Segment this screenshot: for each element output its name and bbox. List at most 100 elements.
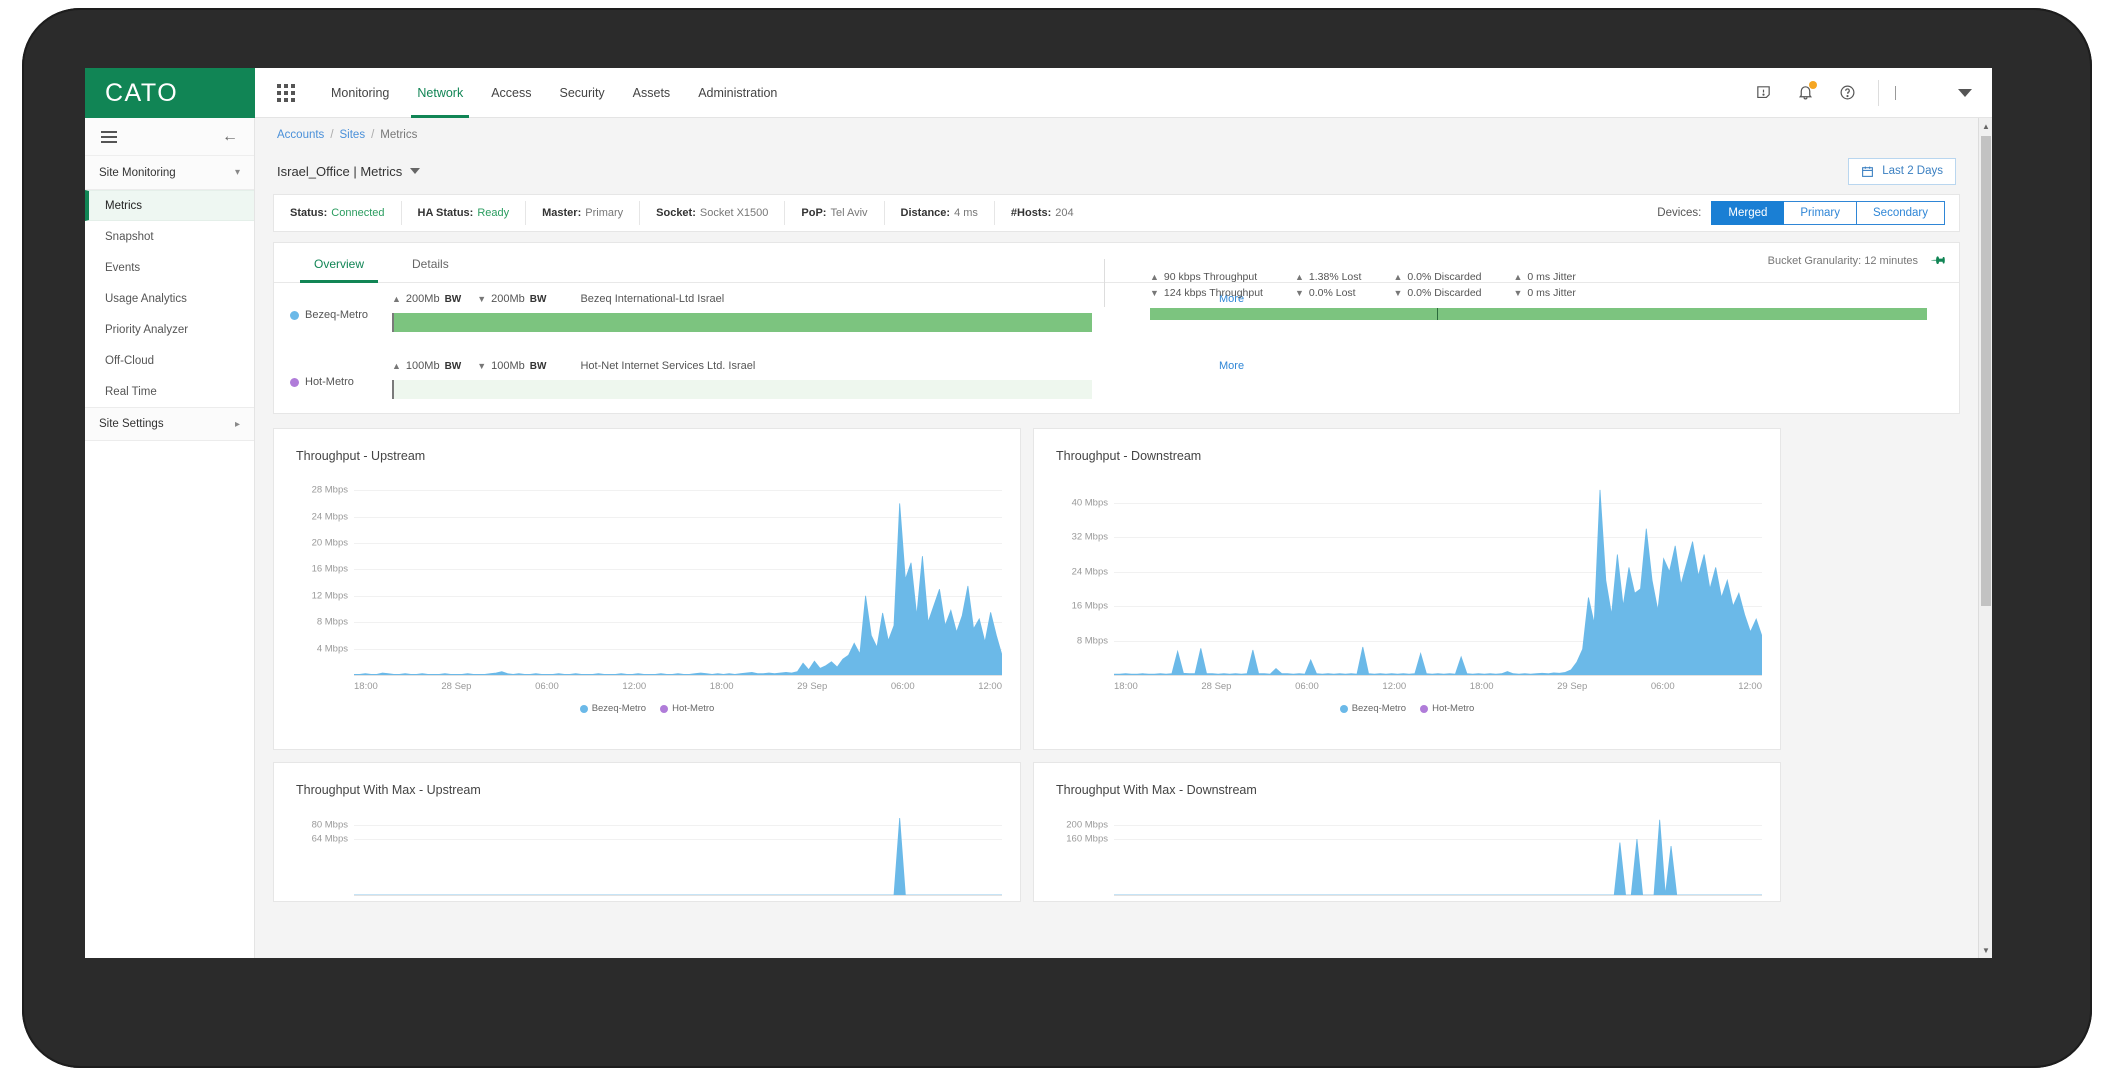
isp-bandwidth-bar	[392, 313, 1092, 332]
charts-grid: Throughput - Upstream 28 Mbps 24 Mbps 20 M…	[273, 428, 1960, 902]
chart-legend-item[interactable]: Hot-Metro	[660, 703, 714, 714]
hamburger-icon[interactable]	[101, 128, 117, 146]
breadcrumb-accounts[interactable]: Accounts	[277, 129, 324, 141]
chart-legend: Bezeq-Metro Hot-Metro	[1048, 703, 1766, 714]
sidebar-item-label: Off-Cloud	[105, 354, 155, 367]
sidebar-group-label: Site Settings	[99, 418, 164, 430]
chart-legend-item[interactable]: Hot-Metro	[1420, 703, 1474, 714]
chart-series-svg	[354, 817, 1002, 895]
status-key: #Hosts:	[1010, 207, 1052, 219]
isp-provider: Bezeq International-Ltd Israel	[580, 293, 725, 305]
page-title-row: Israel_Office | Metrics Last 2 Days	[255, 152, 1978, 190]
sidebar-item-real-time[interactable]: Real Time	[85, 376, 254, 407]
help-circle-icon[interactable]	[1834, 80, 1860, 106]
isp-bandwidth-meta: ▲ 100Mb BW ▼ 100Mb BW Hot-Net Internet S…	[392, 360, 755, 372]
chart-y-tick-label: 80 Mbps	[311, 819, 348, 831]
series-dot-hot	[290, 377, 299, 387]
isp-name: Hot-Metro	[305, 376, 354, 388]
chart-x-tick-label: 18:00	[1469, 681, 1494, 692]
nav-item-administration[interactable]: Administration	[684, 68, 791, 118]
chart-x-tick-label: 12:00	[1738, 681, 1762, 692]
isp-more-link-hot[interactable]: More	[1219, 360, 1959, 372]
tab-overview[interactable]: Overview	[290, 257, 388, 283]
breadcrumb-separator: /	[330, 129, 334, 141]
tab-details[interactable]: Details	[388, 257, 473, 282]
scrollbar-thumb[interactable]	[1981, 136, 1991, 606]
chart-plot-area: 80 Mbps 64 Mbps	[288, 805, 1006, 896]
chart-axis-line	[1114, 895, 1762, 896]
kpi-down-lost: 0.0% Lost	[1308, 287, 1356, 299]
status-value: Socket X1500	[699, 207, 769, 219]
chart-plot-area: 28 Mbps 24 Mbps 20 Mbps 16 Mbps 12 Mbps 8 Mbp…	[288, 471, 1006, 714]
nav-item-security[interactable]: Security	[546, 68, 619, 118]
status-value: Ready	[477, 207, 510, 219]
kpi-up-jitter: 0 ms Jitter	[1527, 271, 1576, 283]
vertical-scrollbar[interactable]: ▲ ▼	[1978, 118, 1992, 958]
nav-item-monitoring[interactable]: Monitoring	[317, 68, 403, 118]
chart-y-tick-label: 32 Mbps	[1071, 531, 1108, 543]
sidebar-item-events[interactable]: Events	[85, 252, 254, 283]
isp-downstream-bw: 200Mb	[491, 293, 525, 305]
chart-card-throughput-upstream: Throughput - Upstream 28 Mbps 24 Mbps 20 M…	[273, 428, 1021, 750]
status-cell-socket: Socket: Socket X1500	[640, 201, 786, 225]
devices-option-secondary[interactable]: Secondary	[1857, 201, 1945, 225]
arrow-down-icon: ▼	[477, 361, 487, 371]
sidebar-item-label: Metrics	[105, 199, 143, 212]
sidebar-item-label: Snapshot	[105, 230, 154, 243]
bucket-granularity: Bucket Granularity: 12 minutes 🖈	[1767, 249, 1951, 273]
arrow-down-icon: ▼	[1513, 288, 1523, 298]
devices-option-primary[interactable]: Primary	[1784, 201, 1858, 225]
arrow-down-icon: ▼	[1294, 288, 1304, 298]
chart-legend-item[interactable]: Bezeq-Metro	[1339, 703, 1406, 714]
sidebar-group-site-settings[interactable]: Site Settings ▸	[85, 407, 254, 441]
sidebar-item-metrics[interactable]: Metrics	[85, 190, 254, 221]
chart-x-tick-label: 06:00	[1295, 681, 1319, 692]
series-dot-bezeq	[290, 310, 299, 320]
arrow-up-icon: ▲	[392, 294, 401, 304]
kpi-divider	[1104, 259, 1105, 307]
breadcrumb-sites[interactable]: Sites	[340, 129, 366, 141]
chart-y-tick-label: 8 Mbps	[1076, 635, 1108, 647]
sidebar-item-priority-analyzer[interactable]: Priority Analyzer	[85, 314, 254, 345]
apps-grid-icon[interactable]	[277, 83, 295, 102]
sidebar-item-label: Real Time	[105, 385, 157, 398]
isp-downstream-bw: 100Mb	[491, 360, 525, 372]
scroll-down-arrow-icon[interactable]: ▼	[1979, 942, 1992, 958]
chart-y-tick-label: 24 Mbps	[311, 511, 348, 523]
chevron-down-icon[interactable]	[410, 168, 421, 174]
app-screen: CATO Monitoring Network Access Security …	[85, 68, 1992, 958]
page-title[interactable]: Israel_Office | Metrics	[277, 164, 421, 179]
sidebar-item-label: Priority Analyzer	[105, 323, 189, 336]
nav-item-assets[interactable]: Assets	[619, 68, 685, 118]
account-chevron-down-icon[interactable]	[1958, 88, 1972, 97]
nav-item-access[interactable]: Access	[477, 68, 545, 118]
chart-y-tick-label: 28 Mbps	[311, 484, 348, 496]
sidebar-group-site-monitoring[interactable]: Site Monitoring ▾	[85, 156, 254, 190]
chart-series-svg	[1114, 819, 1762, 895]
notification-bell-icon[interactable]	[1792, 80, 1818, 106]
sidebar-item-off-cloud[interactable]: Off-Cloud	[85, 345, 254, 376]
scroll-up-arrow-icon[interactable]: ▲	[1979, 118, 1992, 134]
chart-series-svg	[1114, 489, 1762, 675]
chart-y-tick-label: 16 Mbps	[1071, 600, 1108, 612]
chart-card-throughput-max-downstream: Throughput With Max - Downstream 200 Mbp…	[1033, 762, 1781, 902]
sidebar-item-usage-analytics[interactable]: Usage Analytics	[85, 283, 254, 314]
chart-axis-line	[354, 895, 1002, 896]
chart-y-tick-label: 64 Mbps	[311, 833, 348, 845]
legend-dot	[660, 704, 669, 713]
chevron-down-icon: ▾	[234, 167, 240, 178]
isp-upstream-bw: 200Mb	[405, 293, 440, 305]
alert-shield-icon[interactable]	[1750, 80, 1776, 106]
status-value: 204	[1055, 207, 1074, 219]
nav-item-network[interactable]: Network	[403, 68, 477, 118]
arrow-left-icon[interactable]: ←	[222, 128, 238, 145]
pin-icon[interactable]: 🖈	[1925, 248, 1951, 274]
devices-option-merged[interactable]: Merged	[1711, 201, 1785, 225]
chart-legend-item[interactable]: Bezeq-Metro	[579, 703, 647, 714]
sidebar-item-snapshot[interactable]: Snapshot	[85, 221, 254, 252]
date-range-picker[interactable]: Last 2 Days	[1848, 157, 1956, 185]
legend-label: Bezeq-Metro	[591, 703, 647, 714]
bucket-granularity-label: Bucket Granularity: 12 minutes	[1767, 255, 1919, 267]
bw-unit: BW	[529, 293, 547, 305]
chart-title: Throughput - Downstream	[1056, 449, 1202, 463]
